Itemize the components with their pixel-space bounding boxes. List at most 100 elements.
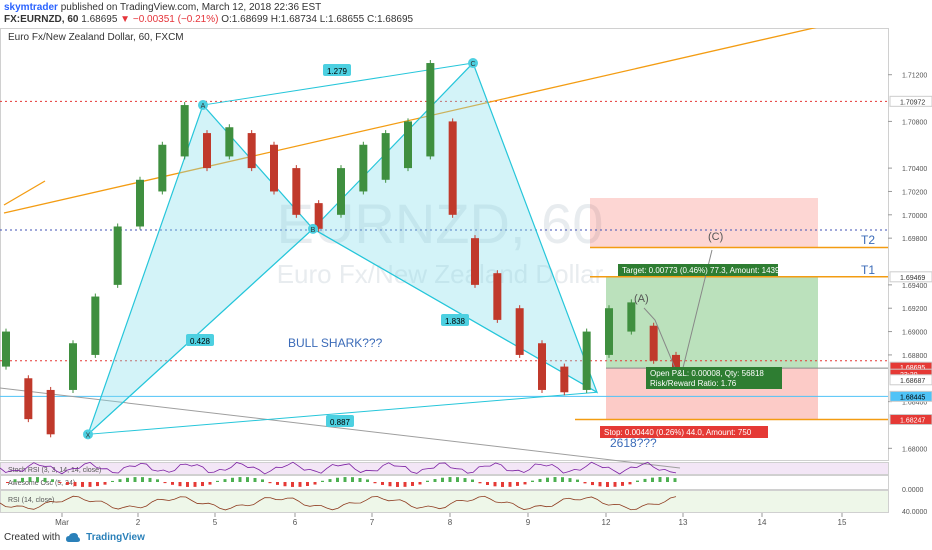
stop-label: Stop: 0.00440 (0.26%) 44.0, Amount: 750 bbox=[604, 428, 752, 437]
y-tick-label: 1.68000 bbox=[902, 446, 927, 453]
candle-body bbox=[493, 273, 502, 320]
awesome-osc-bar bbox=[163, 482, 167, 484]
awesome-osc-bar bbox=[561, 477, 564, 482]
awesome-osc-bar bbox=[223, 479, 227, 482]
last-price: 1.68695 bbox=[81, 14, 118, 25]
candle-body bbox=[426, 63, 435, 157]
ratio-label: 1.279 bbox=[327, 67, 348, 76]
awesome-osc-bar bbox=[21, 477, 24, 482]
candle-body bbox=[292, 168, 301, 215]
price-tag-label-stop: 1.68247 bbox=[900, 417, 925, 424]
awesome-osc-bar bbox=[606, 482, 609, 487]
awesome-osc-bar bbox=[148, 477, 152, 482]
y-tick-label: 1.70400 bbox=[902, 166, 927, 173]
risk-reward-label: Risk/Reward Ratio: 1.76 bbox=[650, 379, 737, 388]
awesome-osc-bar bbox=[283, 482, 287, 487]
candle-body bbox=[448, 121, 457, 215]
ratio-label: 0.428 bbox=[190, 337, 211, 346]
awesome-osc-bar bbox=[433, 479, 437, 482]
ohlc-bar: FX:EURNZD, 60 1.68695 ▼ −0.00351 (−0.21%… bbox=[4, 14, 413, 25]
wave-a-label: (A) bbox=[634, 293, 649, 305]
awesome-osc-bar bbox=[523, 482, 527, 485]
candle-body bbox=[247, 133, 256, 169]
y-tick-label: 1.69200 bbox=[902, 306, 927, 313]
price-tag-label-t1: 1.69469 bbox=[900, 275, 925, 282]
awesome-osc-bar bbox=[133, 477, 137, 482]
awesome-osc-bar bbox=[538, 478, 542, 482]
awesome-osc-bar bbox=[141, 477, 144, 482]
awesome-osc-bar bbox=[381, 482, 384, 485]
candle-body bbox=[69, 343, 77, 390]
candle-body bbox=[180, 105, 189, 157]
candle-body bbox=[627, 302, 636, 332]
awesome-osc-bar bbox=[636, 480, 639, 482]
pattern-label-x: X bbox=[86, 432, 91, 439]
awesome-osc-bar bbox=[441, 477, 444, 482]
open-pl-label: Open P&L: 0.00008, Qty: 56818 bbox=[650, 369, 764, 378]
candle-body bbox=[605, 308, 613, 355]
publish-info: skymtrader published on TradingView.com,… bbox=[4, 2, 321, 13]
awesome-osc-bar bbox=[651, 477, 654, 482]
awesome-osc-bar bbox=[118, 479, 122, 482]
awesome-osc-bar bbox=[531, 480, 534, 482]
awesome-osc-bar bbox=[171, 482, 174, 485]
candle-body bbox=[91, 296, 100, 355]
candle-body bbox=[203, 133, 211, 169]
candle-body bbox=[46, 389, 55, 435]
awesome-osc-bar bbox=[201, 482, 204, 487]
awesome-osc-bar bbox=[643, 478, 647, 482]
symbol-label: FX:EURNZD, 60 bbox=[4, 14, 79, 25]
author-link[interactable]: skymtrader bbox=[4, 2, 58, 13]
awesome-osc-bar bbox=[478, 482, 482, 484]
awesome-osc-bar bbox=[613, 482, 617, 487]
pattern-annotation: BULL SHARK??? bbox=[288, 336, 383, 350]
awesome-osc-bar bbox=[673, 478, 677, 482]
awesome-osc-bar bbox=[253, 477, 257, 482]
y-tick-label: 1.70200 bbox=[902, 189, 927, 196]
footer: Created with TradingView bbox=[4, 532, 145, 543]
awesome-osc-bar bbox=[231, 477, 234, 482]
tradingview-logo[interactable]: TradingView bbox=[86, 532, 145, 543]
price-chart[interactable]: EURNZD, 60Euro Fx/New Zealand DollarEuro… bbox=[0, 28, 932, 528]
pattern-label-a: A bbox=[201, 103, 206, 110]
candle-body bbox=[337, 168, 345, 215]
awesome-osc-bar bbox=[13, 479, 17, 482]
awesome-osc-bar bbox=[486, 482, 489, 486]
candle-body bbox=[381, 133, 390, 180]
x-tick-label: 6 bbox=[293, 518, 298, 527]
t2-label: T2 bbox=[861, 233, 875, 247]
open-value: O:1.68699 bbox=[221, 14, 268, 25]
candle-body bbox=[2, 331, 10, 367]
y-tick-label: 1.70800 bbox=[902, 119, 927, 126]
awesome-osc-bar bbox=[351, 477, 354, 482]
awesome-osc-bar bbox=[493, 482, 497, 487]
awesome-osc-bar bbox=[6, 482, 9, 483]
awesome-osc-bar bbox=[471, 479, 474, 482]
candle-body bbox=[471, 238, 479, 285]
pattern-label-b: B bbox=[311, 227, 316, 234]
close-value: C:1.68695 bbox=[366, 14, 414, 25]
candle-body bbox=[24, 378, 33, 420]
awesome-osc-bar bbox=[321, 480, 324, 482]
awesome-osc-bar bbox=[403, 482, 407, 487]
rsi-caption: RSI (14, close) bbox=[8, 497, 54, 504]
x-tick-label: 8 bbox=[448, 518, 453, 527]
x-tick-label: 14 bbox=[758, 518, 767, 527]
awesome-osc-bar bbox=[298, 482, 302, 487]
high-value: H:1.68734 bbox=[270, 14, 317, 25]
awesome-osc-bar bbox=[448, 477, 452, 482]
awesome-osc-bar bbox=[306, 482, 309, 487]
y-tick-label: 1.69000 bbox=[902, 330, 927, 337]
awesome-osc-bar bbox=[126, 477, 129, 482]
awesome-osc-bar bbox=[373, 482, 377, 484]
x-tick-label: Mar bbox=[55, 518, 69, 527]
awesome-osc-bar bbox=[313, 482, 317, 485]
awesome-osc-bar bbox=[51, 479, 54, 482]
awesome-osc-bar bbox=[426, 480, 429, 482]
pattern-label-c: C bbox=[470, 61, 475, 68]
awesome-osc-bar bbox=[43, 477, 47, 482]
awesome-osc-bar bbox=[238, 477, 242, 482]
awesome-osc-bar bbox=[576, 479, 579, 482]
awesome-osc-bar bbox=[178, 482, 182, 487]
candle-body bbox=[538, 343, 546, 390]
